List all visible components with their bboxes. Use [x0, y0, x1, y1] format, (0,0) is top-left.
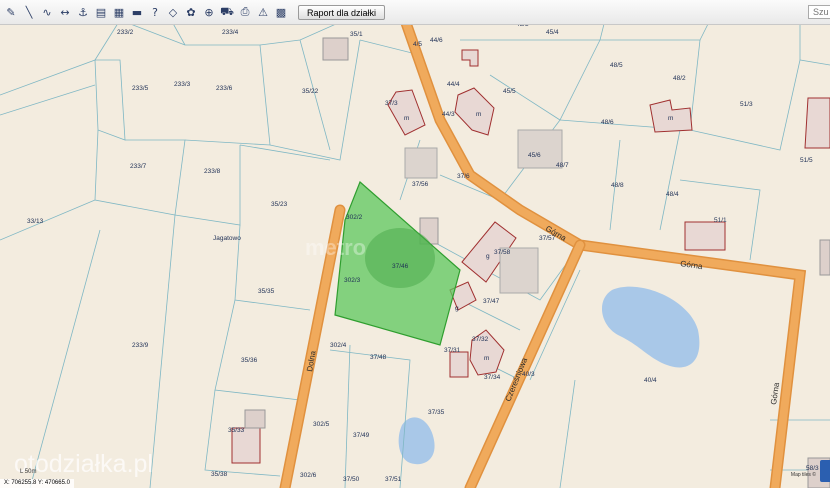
parcel-label: 233/7 [130, 163, 147, 170]
layers-icon[interactable]: ▤ [94, 5, 108, 19]
parcel-label: 33/13 [27, 218, 44, 225]
parcel-label: 51/1 [714, 217, 727, 224]
parcel-label: 233/4 [222, 29, 239, 36]
metro-overlay-text: metro [305, 235, 366, 260]
settings-icon[interactable]: ✿ [184, 5, 198, 19]
parcel-label: 45/5 [503, 88, 516, 95]
map-attribution: Map tiles © [790, 472, 816, 478]
colors-icon[interactable]: ▩ [274, 5, 288, 19]
parcel-label: 37/49 [353, 432, 370, 439]
shape-icon[interactable]: ◇ [166, 5, 180, 19]
parcel-label: 35/35 [258, 288, 275, 295]
parcel-label: 35/22 [302, 88, 319, 95]
parcel-label: 44/4 [447, 81, 460, 88]
car-icon[interactable]: ▬ [130, 5, 144, 19]
building-marker: m [476, 111, 481, 118]
parcel-label: 37/48 [370, 354, 387, 361]
parcel-label: 48/7 [556, 162, 569, 169]
parcel-label: 58/3 [806, 465, 819, 472]
building-marker: m [668, 115, 673, 122]
parcel-label: 233/6 [216, 85, 233, 92]
building-marker: m [404, 115, 409, 122]
building-marker: m [484, 355, 489, 362]
parcel-report-button[interactable]: Raport dla działki [298, 4, 386, 20]
parcel-label: 37/31 [444, 347, 461, 354]
parcel-label: 37/47 [483, 298, 500, 305]
parcel-label: 37/6 [457, 173, 470, 180]
zoom-icon[interactable]: ⊕ [202, 5, 216, 19]
parcel-label: 233/9 [132, 342, 149, 349]
polyline-tool-icon[interactable]: ∿ [40, 5, 54, 19]
parcel-label: 51/5 [800, 157, 813, 164]
parcel-label: 45/4 [546, 29, 559, 36]
metro-shadow-overlay [365, 228, 435, 288]
parcel-label: 37/56 [412, 181, 429, 188]
parcel-label: 35/1 [350, 31, 363, 38]
scale-bar: L 50m [20, 469, 37, 475]
parcel-label: 48/6 [601, 119, 614, 126]
parcel-label: 48/5 [610, 62, 623, 69]
parcel-label: 37/51 [385, 476, 402, 483]
parcel-label: 44/3 [442, 111, 455, 118]
parcel-label: 302/6 [300, 472, 317, 479]
map-toolbar: ✎ ╲ ∿ ↔ ⚓ ▤ ▦ ▬ ? ◇ ✿ ⊕ ⛟ ⎙ ⚠ ▩ Raport d… [0, 0, 830, 25]
pencil-icon[interactable]: ✎ [4, 5, 18, 19]
help-icon[interactable]: ? [148, 5, 162, 19]
measure-icon[interactable]: ↔ [58, 5, 72, 19]
parcel-label: 37/3 [385, 100, 398, 107]
parcel-label: 302/4 [330, 342, 347, 349]
parcel-label: 37/58 [494, 249, 511, 256]
parcel-label: 37/50 [343, 476, 360, 483]
parcel-label: 35/23 [271, 201, 288, 208]
parcel-label: 233/2 [117, 29, 134, 36]
grid-icon[interactable]: ▦ [112, 5, 126, 19]
anchor-icon[interactable]: ⚓ [76, 5, 90, 19]
building-marker: g [455, 305, 459, 312]
parcel-label: 35/33 [228, 427, 245, 434]
map-control[interactable] [820, 460, 830, 482]
parcel-label: 37/34 [484, 374, 501, 381]
parcel-label: 233/5 [132, 85, 149, 92]
parcel-label: 40/4 [644, 377, 657, 384]
parcel-label: 302/5 [313, 421, 330, 428]
parcel-label: 302/3 [344, 277, 361, 284]
coordinates-readout: X: 706255.8 Y: 470665.0 [0, 479, 74, 488]
parcel-label: 35/36 [241, 357, 258, 364]
parcel-label: 48/4 [666, 191, 679, 198]
line-tool-icon[interactable]: ╲ [22, 5, 36, 19]
parcel-label: 44/6 [430, 37, 443, 44]
parcel-label: 4/5 [413, 41, 422, 48]
cart-icon[interactable]: ⛟ [220, 5, 234, 19]
parcel-label: 51/3 [740, 101, 753, 108]
search-input[interactable] [808, 5, 830, 19]
parcel-label: 37/46 [392, 263, 409, 270]
parcel-label: 37/35 [428, 409, 445, 416]
parcel-label: 48/2 [673, 75, 686, 82]
parcel-label: 35/38 [211, 471, 228, 478]
cadastral-map[interactable]: metro 233/2233/435/144/645/345/44/548/52… [0, 0, 830, 488]
parcel-label: 302/2 [346, 214, 363, 221]
warning-icon[interactable]: ⚠ [256, 5, 270, 19]
parcel-label: 48/8 [611, 182, 624, 189]
parcel-label: 233/8 [204, 168, 221, 175]
print-icon[interactable]: ⎙ [238, 5, 252, 19]
parcel-label: 37/32 [472, 336, 489, 343]
place-label: Jagatowo [213, 235, 241, 242]
parcel-label: 45/6 [528, 152, 541, 159]
parcel-label: 233/3 [174, 81, 191, 88]
building-marker: g [486, 253, 490, 260]
